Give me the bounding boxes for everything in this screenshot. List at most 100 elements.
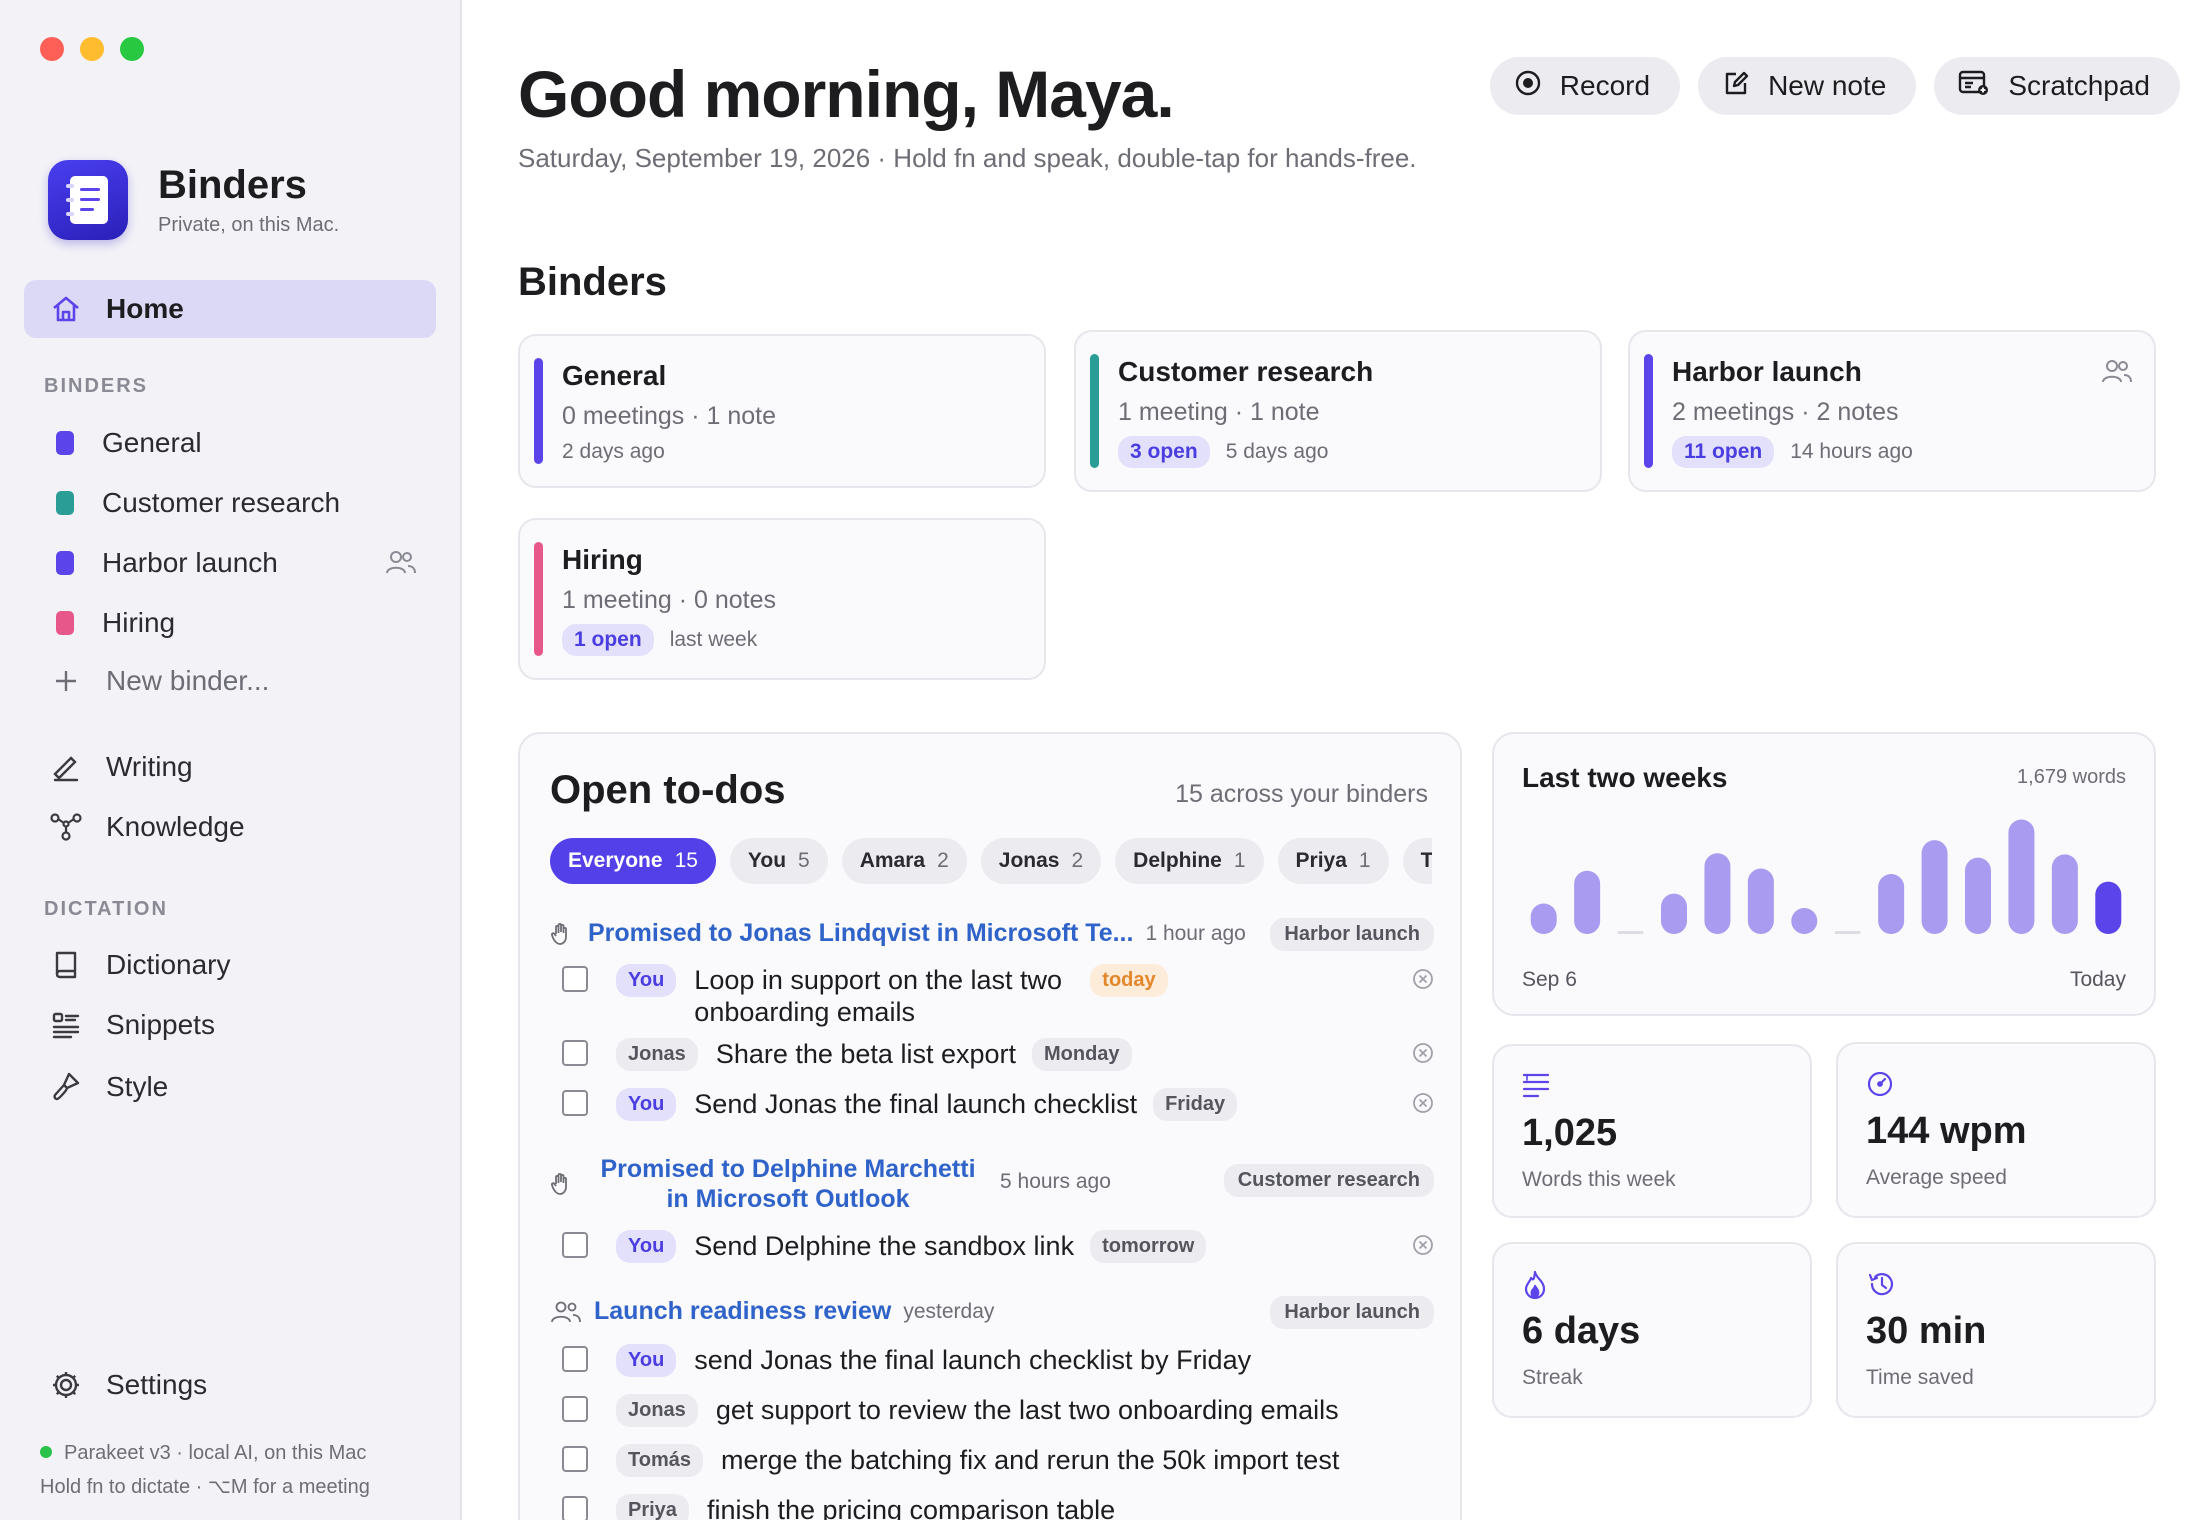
todo-checkbox[interactable] — [562, 1346, 588, 1372]
record-icon — [1514, 69, 1542, 104]
due-badge: Monday — [1032, 1038, 1132, 1071]
dismiss-icon[interactable] — [1412, 1234, 1434, 1261]
filter-chip-amara[interactable]: Amara 2 — [841, 838, 967, 884]
chip-label: Everyone — [568, 849, 663, 872]
sidebar-item-harbor-launch[interactable]: Harbor launch — [24, 534, 436, 592]
sidebar-item-customer-research[interactable]: Customer research — [24, 474, 436, 532]
new-binder-label: New binder... — [106, 665, 270, 696]
chart-bar — [1791, 908, 1818, 934]
record-button[interactable]: Record — [1489, 57, 1681, 115]
filter-chip-you[interactable]: You 5 — [729, 838, 828, 884]
binder-tag: Customer research — [1223, 1164, 1434, 1197]
model-status: Parakeet v3 · local AI, on this Mac — [40, 1442, 366, 1465]
sidebar-item-label: Home — [106, 293, 184, 324]
record-label: Record — [1559, 70, 1651, 101]
zoom-window-button[interactable] — [120, 37, 144, 61]
binder-card-general[interactable]: General 0 meetings · 1 note 2 days ago — [518, 334, 1046, 488]
todo-checkbox[interactable] — [562, 1496, 588, 1520]
binder-card-harbor-launch[interactable]: Harbor launch 2 meetings · 2 notes 11 op… — [1628, 330, 2156, 492]
todo-group-time: yesterday — [903, 1300, 995, 1323]
stat-value: 144 wpm — [1866, 1110, 2027, 1152]
filter-chip-everyone[interactable]: Everyone 15 — [550, 838, 716, 884]
dismiss-icon[interactable] — [1412, 1092, 1434, 1119]
due-badge: tomorrow — [1090, 1230, 1207, 1263]
binder-card-meta: 1 meeting · 1 note — [1118, 398, 1320, 426]
page-title: Good morning, Maya. — [518, 57, 1175, 131]
close-window-button[interactable] — [40, 37, 64, 61]
due-badge: Friday — [1153, 1088, 1238, 1121]
chart-total: 1,679 words — [2017, 766, 2126, 788]
todo-checkbox[interactable] — [562, 1040, 588, 1066]
scratchpad-button[interactable]: Scratchpad — [1934, 57, 2180, 115]
minimize-window-button[interactable] — [80, 37, 104, 61]
assignee-badge: You — [616, 1230, 677, 1263]
open-count-badge: 1 open — [562, 624, 654, 656]
dismiss-icon[interactable] — [1412, 1042, 1434, 1069]
sidebar-item-writing[interactable]: Writing — [24, 738, 436, 796]
sidebar-item-dictionary[interactable]: Dictionary — [24, 936, 436, 994]
todo-group-time: 5 hours ago — [1000, 1170, 1111, 1193]
chart-bar — [1921, 840, 1948, 934]
chart-bar — [1704, 853, 1731, 934]
dismiss-icon[interactable] — [1412, 968, 1434, 995]
sidebar-item-style[interactable]: Style — [24, 1058, 436, 1116]
todo-group-header[interactable]: Promised to Delphine Marchetti in Micros… — [550, 1154, 1434, 1214]
binder-card-footer: 3 open 5 days ago — [1118, 436, 1328, 468]
dictation-section-label: DICTATION — [44, 898, 168, 920]
binder-card-hiring[interactable]: Hiring 1 meeting · 0 notes 1 open last w… — [518, 518, 1046, 680]
todo-text: Send Jonas the final launch checklist — [694, 1089, 1138, 1119]
new-note-button[interactable]: New note — [1698, 57, 1917, 115]
new-binder-button[interactable]: New binder... — [24, 652, 436, 710]
model-status-text: Parakeet v3 · local AI, on this Mac — [64, 1442, 367, 1464]
chart-bar — [2095, 881, 2122, 934]
activity-bar-chart — [1530, 819, 2122, 934]
stat-card-words: 1,025 Words this week — [1492, 1044, 1812, 1218]
chart-bar — [1965, 857, 1991, 934]
binder-card-customer-research[interactable]: Customer research 1 meeting · 1 note 3 o… — [1074, 330, 1602, 492]
todo-checkbox[interactable] — [562, 1396, 588, 1422]
stat-card-time-saved: 30 min Time saved — [1836, 1242, 2156, 1418]
binder-card-meta: 1 meeting · 0 notes — [562, 586, 777, 614]
todo-row: You send Jonas the final launch checklis… — [562, 1344, 1434, 1377]
stat-value: 30 min — [1866, 1310, 1987, 1352]
stat-value: 6 days — [1522, 1310, 1641, 1352]
chart-bar — [2008, 819, 2035, 934]
book-icon — [48, 947, 84, 983]
sidebar-item-hiring[interactable]: Hiring — [24, 594, 436, 652]
sidebar-item-general[interactable]: General — [24, 414, 436, 472]
sidebar-item-label: Settings — [106, 1369, 208, 1400]
todo-checkbox[interactable] — [562, 1446, 588, 1472]
todos-title: Open to-dos — [550, 768, 786, 812]
home-icon — [48, 291, 84, 327]
sidebar-item-snippets[interactable]: Snippets — [24, 996, 436, 1054]
people-icon — [2102, 358, 2132, 389]
sidebar: Binders Private, on this Mac. Home BINDE… — [0, 0, 462, 1520]
status-dot — [40, 1446, 52, 1458]
filter-chip-truncated[interactable]: To — [1402, 838, 1432, 884]
new-note-label: New note — [1768, 70, 1887, 101]
filter-chip-priya[interactable]: Priya 1 — [1277, 838, 1389, 884]
todo-checkbox[interactable] — [562, 1232, 588, 1258]
sidebar-item-home[interactable]: Home — [24, 280, 436, 338]
filter-chip-jonas[interactable]: Jonas 2 — [980, 838, 1102, 884]
sidebar-item-label: Harbor launch — [102, 547, 278, 578]
chip-count: 15 — [674, 849, 698, 872]
todo-checkbox[interactable] — [562, 966, 588, 992]
dictation-hint: Hold fn to dictate · ⌥M for a meeting — [40, 1476, 370, 1498]
filter-chip-delphine[interactable]: Delphine 1 — [1115, 838, 1264, 884]
chip-label: Delphine — [1133, 849, 1222, 872]
sidebar-item-settings[interactable]: Settings — [24, 1356, 436, 1414]
flame-icon — [1522, 1270, 1548, 1305]
binder-color-dot — [56, 611, 74, 635]
date-subline: Saturday, September 19, 2026 · Hold fn a… — [518, 143, 1417, 173]
todo-checkbox[interactable] — [562, 1090, 588, 1116]
todo-group-header[interactable]: Promised to Jonas Lindqvist in Microsoft… — [550, 918, 1434, 951]
chart-end-label: Today — [2069, 968, 2126, 991]
sidebar-item-label: Dictionary — [106, 949, 231, 980]
chart-bar — [1617, 931, 1644, 934]
todo-group-header[interactable]: Launch readiness review yesterday Harbor… — [550, 1296, 1434, 1329]
sidebar-item-knowledge[interactable]: Knowledge — [24, 798, 436, 856]
chip-count: 1 — [1233, 849, 1246, 872]
stat-label: Time saved — [1866, 1366, 1974, 1389]
todo-text: finish the pricing comparison table — [706, 1495, 1116, 1520]
